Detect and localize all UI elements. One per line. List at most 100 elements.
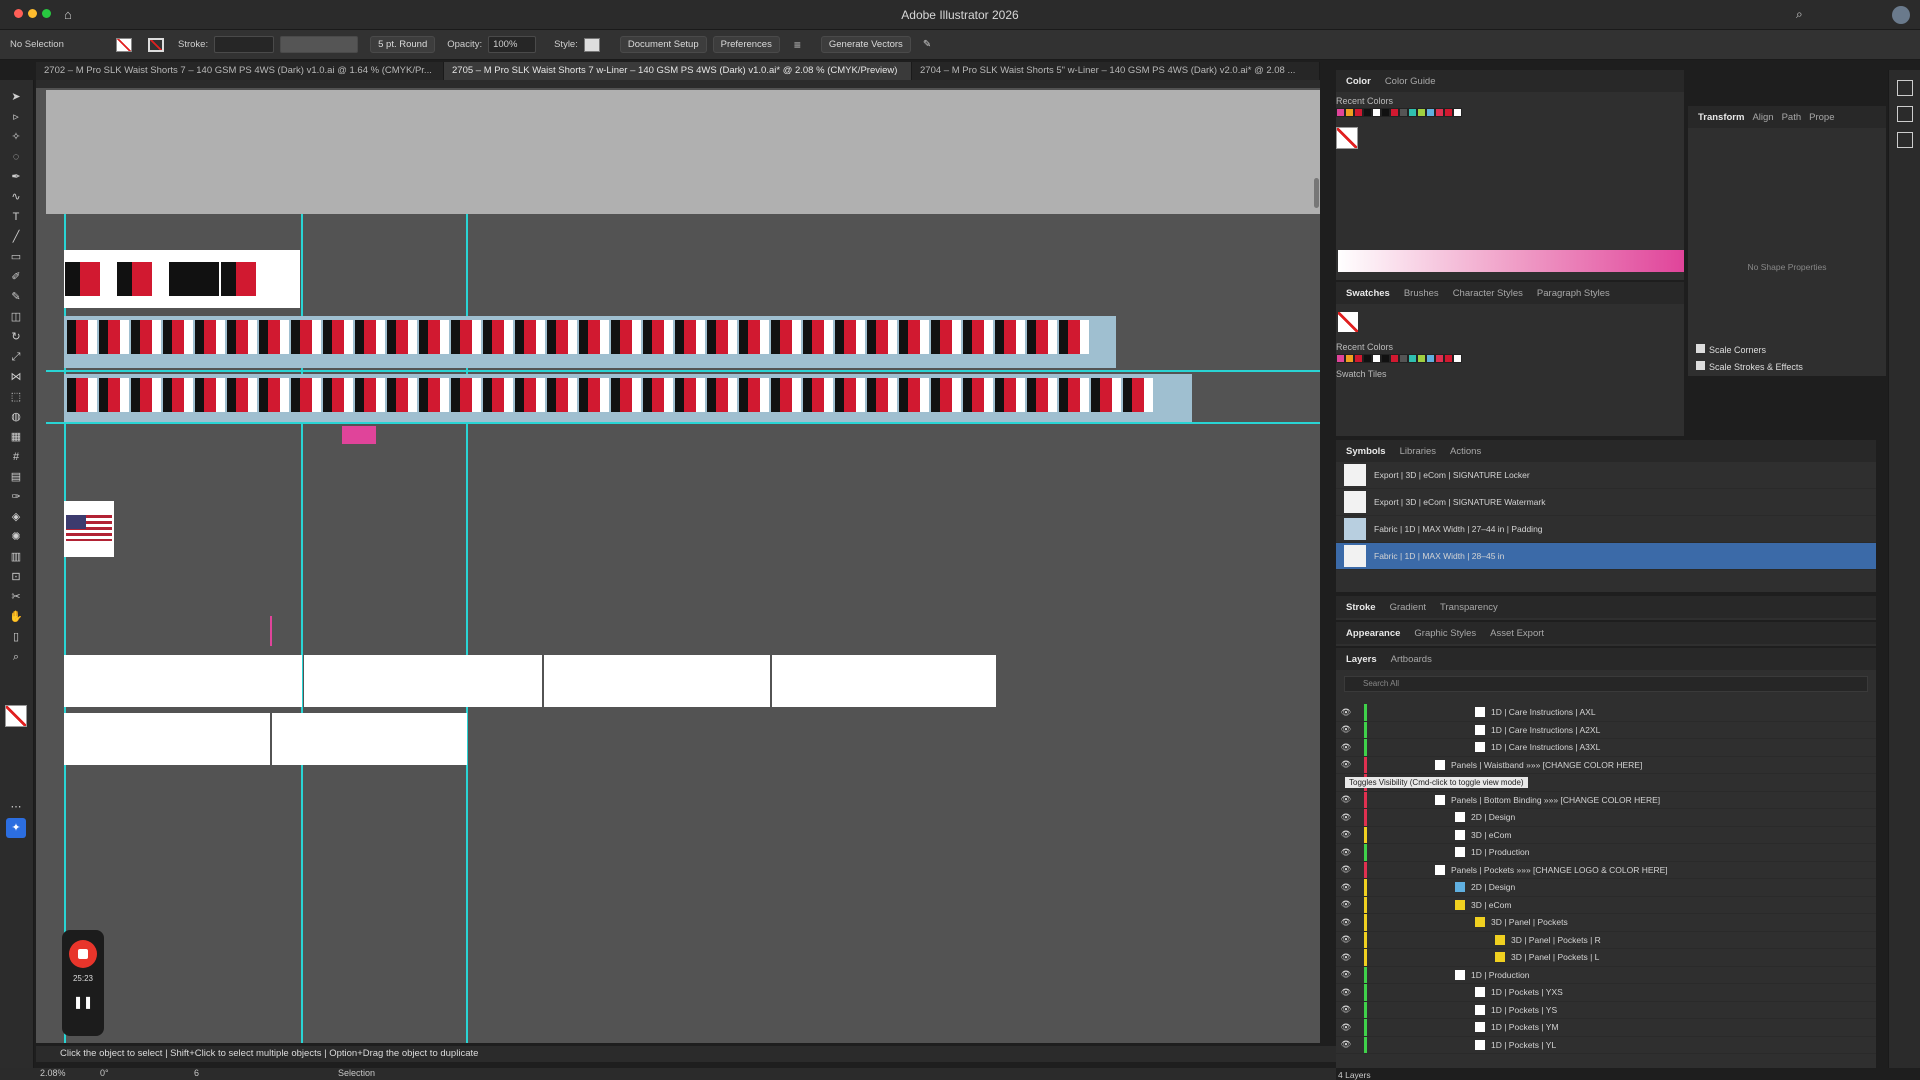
- symbol-item[interactable]: Fabric | 1D | MAX Width | 27–44 in | Pad…: [1336, 516, 1876, 543]
- selection-tool-icon[interactable]: ➤: [7, 90, 25, 104]
- brush-definition[interactable]: 5 pt. Round: [370, 36, 436, 53]
- print-tiling-icon[interactable]: ▯: [7, 630, 25, 644]
- layer-row[interactable]: 👁 3D | eCom: [1336, 826, 1876, 844]
- layer-row[interactable]: 👁 3D | eCom: [1336, 896, 1876, 914]
- shaper-tool-icon[interactable]: ✎: [7, 290, 25, 304]
- vertical-scrollbar[interactable]: [1314, 178, 1319, 208]
- artboard-tool-icon[interactable]: ⊡: [7, 570, 25, 584]
- properties-icon[interactable]: [1896, 80, 1913, 96]
- type-tool-icon[interactable]: T: [7, 210, 25, 224]
- stop-recording-button[interactable]: [69, 940, 97, 968]
- tab-libraries[interactable]: Libraries: [1400, 446, 1436, 457]
- rotation-value[interactable]: 0°: [100, 1068, 109, 1078]
- artboard-thumbnails[interactable]: [64, 250, 300, 308]
- opacity-field[interactable]: 100%: [488, 36, 537, 53]
- eye-icon[interactable]: 👁: [1336, 829, 1356, 840]
- eye-icon[interactable]: 👁: [1336, 987, 1356, 998]
- tab-color[interactable]: Color: [1346, 76, 1371, 87]
- fill-stroke-indicator[interactable]: [1336, 127, 1358, 149]
- gradient-tool-icon[interactable]: ▤: [7, 470, 25, 484]
- tab-actions[interactable]: Actions: [1450, 446, 1481, 457]
- eye-icon[interactable]: 👁: [1336, 707, 1356, 718]
- layer-row[interactable]: 👁 1D | Pockets | YXS: [1336, 984, 1876, 1002]
- rotate-tool-icon[interactable]: ↻: [7, 330, 25, 344]
- align-icon[interactable]: ≡: [794, 38, 801, 52]
- layers-icon[interactable]: [1896, 132, 1913, 148]
- generate-vectors-button[interactable]: Generate Vectors: [820, 36, 911, 53]
- tab-artboards[interactable]: Artboards: [1391, 654, 1432, 665]
- none-swatch[interactable]: [1338, 312, 1358, 332]
- layer-row[interactable]: 👁 1D | Care Instructions | A3XL: [1336, 739, 1876, 757]
- layer-row[interactable]: 👁 3D | Panel | Pockets | R: [1336, 931, 1876, 949]
- eye-icon[interactable]: 👁: [1336, 1022, 1356, 1033]
- line-tool-icon[interactable]: ╱: [7, 230, 25, 244]
- eye-icon[interactable]: 👁: [1336, 882, 1356, 893]
- pink-marker[interactable]: [342, 426, 376, 444]
- stroke-swatch[interactable]: [148, 37, 164, 52]
- eye-icon[interactable]: 👁: [1336, 847, 1356, 858]
- eye-icon[interactable]: 👁: [1336, 1004, 1356, 1015]
- layer-row[interactable]: 👁 1D | Care Instructions | AXL: [1336, 704, 1876, 722]
- layer-row[interactable]: 👁 1D | Production: [1336, 966, 1876, 984]
- paintbrush-tool-icon[interactable]: ✐: [7, 270, 25, 284]
- document-setup-button[interactable]: Document Setup: [619, 36, 707, 53]
- layer-row[interactable]: 👁 1D | Production: [1336, 844, 1876, 862]
- tab-align[interactable]: Align: [1752, 112, 1773, 123]
- shape-builder-icon[interactable]: ◍: [7, 410, 25, 424]
- swatch-row[interactable]: [1336, 354, 1684, 363]
- scale-corners-checkbox[interactable]: [1696, 344, 1705, 353]
- eye-icon[interactable]: 👁: [1336, 917, 1356, 928]
- hand-tool-icon[interactable]: ✋: [7, 610, 25, 624]
- artboard-row-1[interactable]: [64, 316, 1116, 368]
- scale-strokes-checkbox[interactable]: [1696, 361, 1705, 370]
- tab-paragraph-styles[interactable]: Paragraph Styles: [1537, 288, 1610, 299]
- eye-icon[interactable]: 👁: [1336, 794, 1356, 805]
- tab-graphic-styles[interactable]: Graphic Styles: [1414, 628, 1476, 639]
- layer-row[interactable]: 👁 1D | Pockets | YL: [1336, 1036, 1876, 1054]
- layer-row[interactable]: 👁 3D | Panel | Pockets: [1336, 914, 1876, 932]
- free-transform-icon[interactable]: ⬚: [7, 390, 25, 404]
- tab-properties[interactable]: Prope: [1809, 112, 1834, 123]
- generative-icon[interactable]: ✦: [6, 818, 26, 838]
- layer-row[interactable]: 👁 1D | Pockets | YS: [1336, 1001, 1876, 1019]
- tab-brushes[interactable]: Brushes: [1404, 288, 1439, 299]
- rectangle-tool-icon[interactable]: ▭: [7, 250, 25, 264]
- tab-stroke[interactable]: Stroke: [1346, 602, 1376, 613]
- artboard-number[interactable]: 6: [194, 1068, 199, 1078]
- layer-row[interactable]: 👁 Panels | Pockets »»» [CHANGE LOGO & COL…: [1336, 861, 1876, 879]
- layers-search-input[interactable]: Search All: [1344, 676, 1868, 692]
- tab-color-guide[interactable]: Color Guide: [1385, 76, 1436, 87]
- tab-symbols[interactable]: Symbols: [1346, 446, 1386, 457]
- tab-layers[interactable]: Layers: [1346, 654, 1377, 665]
- zoom-tool-icon[interactable]: ⌕: [7, 650, 25, 664]
- lasso-icon[interactable]: ◌: [7, 150, 25, 164]
- pause-icon[interactable]: ❚❚: [62, 995, 104, 1009]
- layer-row[interactable]: 👁 1D | Pockets | YM: [1336, 1019, 1876, 1037]
- layer-row[interactable]: Toggles Visibility (Cmd-click to toggle …: [1336, 774, 1876, 792]
- document-tab-active[interactable]: 2705 – M Pro SLK Waist Shorts 7 w-Liner …: [444, 62, 912, 80]
- artboard-row-2[interactable]: [64, 374, 1192, 422]
- eyedropper-icon[interactable]: ✑: [7, 490, 25, 504]
- eye-icon[interactable]: 👁: [1336, 724, 1356, 735]
- eraser-tool-icon[interactable]: ◫: [7, 310, 25, 324]
- label-artboard[interactable]: [64, 501, 114, 557]
- perspective-grid-icon[interactable]: ▦: [7, 430, 25, 444]
- tab-appearance[interactable]: Appearance: [1346, 628, 1400, 639]
- magic-wand-icon[interactable]: ✧: [7, 130, 25, 144]
- layer-row[interactable]: 👁 Panels | Waistband »»» [CHANGE COLOR HE…: [1336, 756, 1876, 774]
- pen-icon[interactable]: ✎: [923, 39, 931, 50]
- tab-swatches[interactable]: Swatches: [1346, 288, 1390, 299]
- tab-gradient[interactable]: Gradient: [1390, 602, 1426, 613]
- pen-tool-icon[interactable]: ✒: [7, 170, 25, 184]
- style-swatch[interactable]: [583, 37, 600, 52]
- tab-transparency[interactable]: Transparency: [1440, 602, 1498, 613]
- white-artboard-row[interactable]: [64, 713, 467, 765]
- document-tab[interactable]: 2704 – M Pro SLK Waist Shorts 5" w-Liner…: [912, 62, 1320, 80]
- blend-tool-icon[interactable]: ◈: [7, 510, 25, 524]
- layer-row[interactable]: 👁 3D | Panel | Pockets | L: [1336, 949, 1876, 967]
- document-tab[interactable]: 2702 – M Pro SLK Waist Shorts 7 – 140 GS…: [36, 62, 444, 80]
- eye-icon[interactable]: 👁: [1336, 969, 1356, 980]
- layer-row[interactable]: 👁 2D | Design: [1336, 879, 1876, 897]
- layer-row[interactable]: 👁 2D | Design: [1336, 809, 1876, 827]
- eye-icon[interactable]: 👁: [1336, 742, 1356, 753]
